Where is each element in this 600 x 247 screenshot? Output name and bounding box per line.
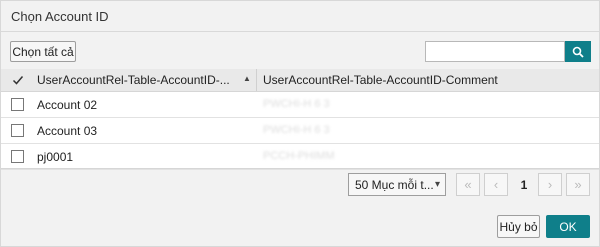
table-header: UserAccountRel-Table-AccountID-... ▲ Use… — [1, 69, 599, 92]
table-row[interactable]: Account 02 PWCHI-H 6 3 — [1, 92, 599, 118]
table-bottom-divider — [1, 168, 599, 169]
column-header-comment[interactable]: UserAccountRel-Table-AccountID-Comment — [263, 73, 498, 87]
checkmark-icon — [12, 76, 24, 85]
search-input[interactable] — [425, 41, 565, 62]
cancel-button[interactable]: Hủy bỏ — [497, 215, 540, 238]
prev-page-button[interactable]: ‹ — [484, 173, 508, 196]
chevron-down-icon: ▾ — [434, 179, 440, 190]
items-per-page-select[interactable]: 50 Mục mỗi t... ▾ — [348, 173, 446, 196]
items-per-page-value: 50 Mục mỗi t... — [355, 177, 434, 192]
comment-cell: PWCHI-H 6 3 — [263, 124, 330, 136]
next-page-button[interactable]: › — [538, 173, 562, 196]
account-id-dialog: Chọn Account ID Chọn tất cả UserAccountR… — [0, 0, 600, 247]
table-row[interactable]: pj0001 PCCH-PHIMM — [1, 144, 599, 170]
account-id-cell: Account 02 — [37, 98, 98, 112]
row-checkbox[interactable] — [11, 98, 24, 111]
search-icon — [572, 46, 584, 58]
comment-cell: PCCH-PHIMM — [263, 150, 335, 162]
select-all-button[interactable]: Chọn tất cả — [10, 41, 76, 62]
current-page-number[interactable]: 1 — [514, 173, 534, 196]
sort-asc-icon[interactable]: ▲ — [243, 74, 251, 83]
account-table: UserAccountRel-Table-AccountID-... ▲ Use… — [1, 69, 599, 170]
column-header-account-id[interactable]: UserAccountRel-Table-AccountID-... — [37, 73, 237, 87]
last-page-button[interactable]: » — [566, 173, 590, 196]
row-checkbox[interactable] — [11, 124, 24, 137]
comment-cell: PWCHI-H 6 3 — [263, 98, 330, 110]
account-id-cell: pj0001 — [37, 150, 74, 164]
column-separator — [256, 69, 257, 91]
table-row[interactable]: Account 03 PWCHI-H 6 3 — [1, 118, 599, 144]
search-button[interactable] — [565, 41, 591, 62]
account-id-cell: Account 03 — [37, 124, 98, 138]
header-select-all-check[interactable] — [11, 73, 25, 87]
title-divider — [1, 31, 599, 32]
first-page-button[interactable]: « — [456, 173, 480, 196]
row-checkbox[interactable] — [11, 150, 24, 163]
dialog-title: Chọn Account ID — [11, 9, 109, 24]
ok-button[interactable]: OK — [546, 215, 590, 238]
